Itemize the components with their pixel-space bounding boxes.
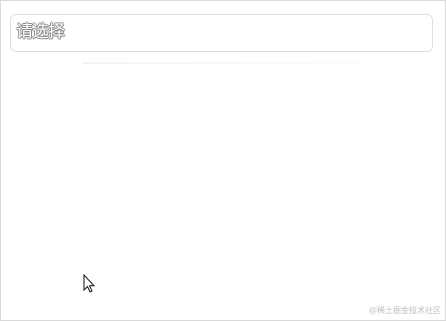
select-input-box[interactable] bbox=[10, 14, 433, 52]
arrow-cursor-icon bbox=[83, 274, 95, 293]
watermark-text: @稀土掘金技术社区 bbox=[369, 306, 441, 315]
app-frame: 请选择 @稀土掘金技术社区 bbox=[0, 0, 446, 321]
select-dropdown-shadow bbox=[82, 62, 432, 64]
select-control[interactable]: 请选择 bbox=[10, 14, 433, 64]
select-placeholder: 请选择 bbox=[16, 22, 65, 42]
